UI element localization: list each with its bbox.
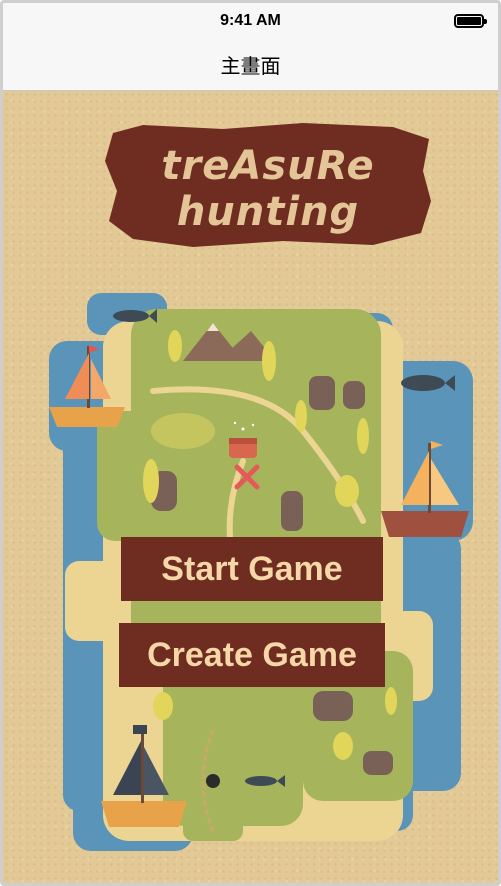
nav-title: 主畫面 (220, 54, 281, 78)
phone-screen: 9:41 AM 主畫面 treAsuRe hunting Start Game … (0, 0, 501, 886)
status-time: 9:41 AM (220, 12, 281, 29)
title-banner: treAsuRe hunting (103, 121, 433, 251)
bomb-icon (206, 774, 220, 788)
main-screen: treAsuRe hunting Start Game Create Game (3, 91, 498, 883)
navigation-bar: 主畫面 (3, 39, 498, 91)
status-bar: 9:41 AM (3, 3, 498, 39)
title-line-2: hunting (176, 189, 360, 235)
start-game-button[interactable]: Start Game (121, 537, 383, 601)
create-game-button[interactable]: Create Game (119, 623, 385, 687)
battery-icon (454, 14, 487, 28)
title-line-1: treAsuRe (161, 143, 375, 189)
